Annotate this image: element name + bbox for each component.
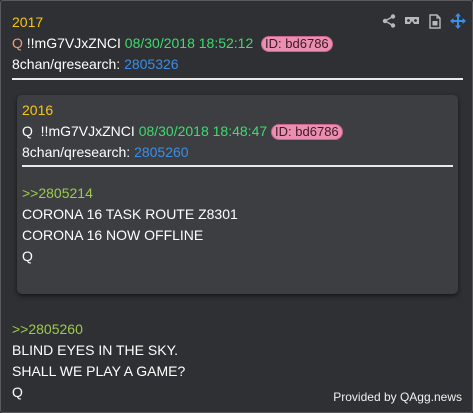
share-icon[interactable]: [381, 13, 397, 29]
move-arrows-icon[interactable]: [450, 13, 466, 29]
quoted-header-line: Q !!mG7VJxZNCI 08/30/2018 18:48:47 ID: b…: [22, 123, 343, 140]
reference-link[interactable]: >>2805260: [12, 321, 83, 337]
post-toolbar: [381, 13, 466, 29]
post-link[interactable]: 2805326: [124, 56, 179, 72]
quoted-id-badge: ID: bd6786: [271, 124, 343, 140]
tripcode: !!mG7VJxZNCI: [26, 35, 121, 51]
quoted-tripcode: !!mG7VJxZNCI: [40, 123, 135, 139]
vr-headset-icon[interactable]: [404, 13, 420, 29]
quoted-post: 2016 Q !!mG7VJxZNCI 08/30/2018 18:48:47 …: [17, 95, 458, 294]
quoted-header-divider: [22, 165, 453, 167]
board-line: 8chan/qresearch: 2805326: [12, 56, 179, 72]
quoted-q-prefix: Q: [22, 123, 33, 139]
quoted-board-name: 8chan/qresearch:: [22, 144, 131, 160]
header-divider: [12, 78, 463, 80]
document-icon[interactable]: [427, 13, 443, 29]
post-datetime: 08/30/2018 18:52:12: [124, 35, 254, 51]
post-header-line: Q !!mG7VJxZNCI 08/30/2018 18:52:12 ID: b…: [12, 35, 333, 52]
quoted-board-line: 8chan/qresearch: 2805260: [22, 144, 189, 160]
quoted-post-number: 2016: [22, 102, 54, 118]
quoted-body-line: CORONA 16 NOW OFFLINE: [22, 227, 204, 243]
q-prefix: Q: [12, 35, 23, 51]
provider-credit: Provided by QAgg.news: [331, 390, 464, 404]
quoted-signature: Q: [22, 248, 33, 264]
quoted-datetime: 08/30/2018 18:48:47: [138, 123, 268, 139]
quoted-body-line: CORONA 16 TASK ROUTE Z8301: [22, 206, 238, 222]
post-card: 2017 Q !!mG7VJxZNCI 08/30/2018 18:52:12 …: [0, 0, 473, 413]
body-line: BLIND EYES IN THE SKY.: [12, 342, 178, 358]
board-name: 8chan/qresearch:: [12, 56, 121, 72]
signature: Q: [12, 384, 23, 400]
post-number: 2017: [12, 14, 44, 30]
id-badge: ID: bd6786: [261, 36, 333, 52]
quoted-post-link[interactable]: 2805260: [134, 144, 189, 160]
quoted-reference-link[interactable]: >>2805214: [22, 185, 93, 201]
body-line: SHALL WE PLAY A GAME?: [12, 363, 186, 379]
